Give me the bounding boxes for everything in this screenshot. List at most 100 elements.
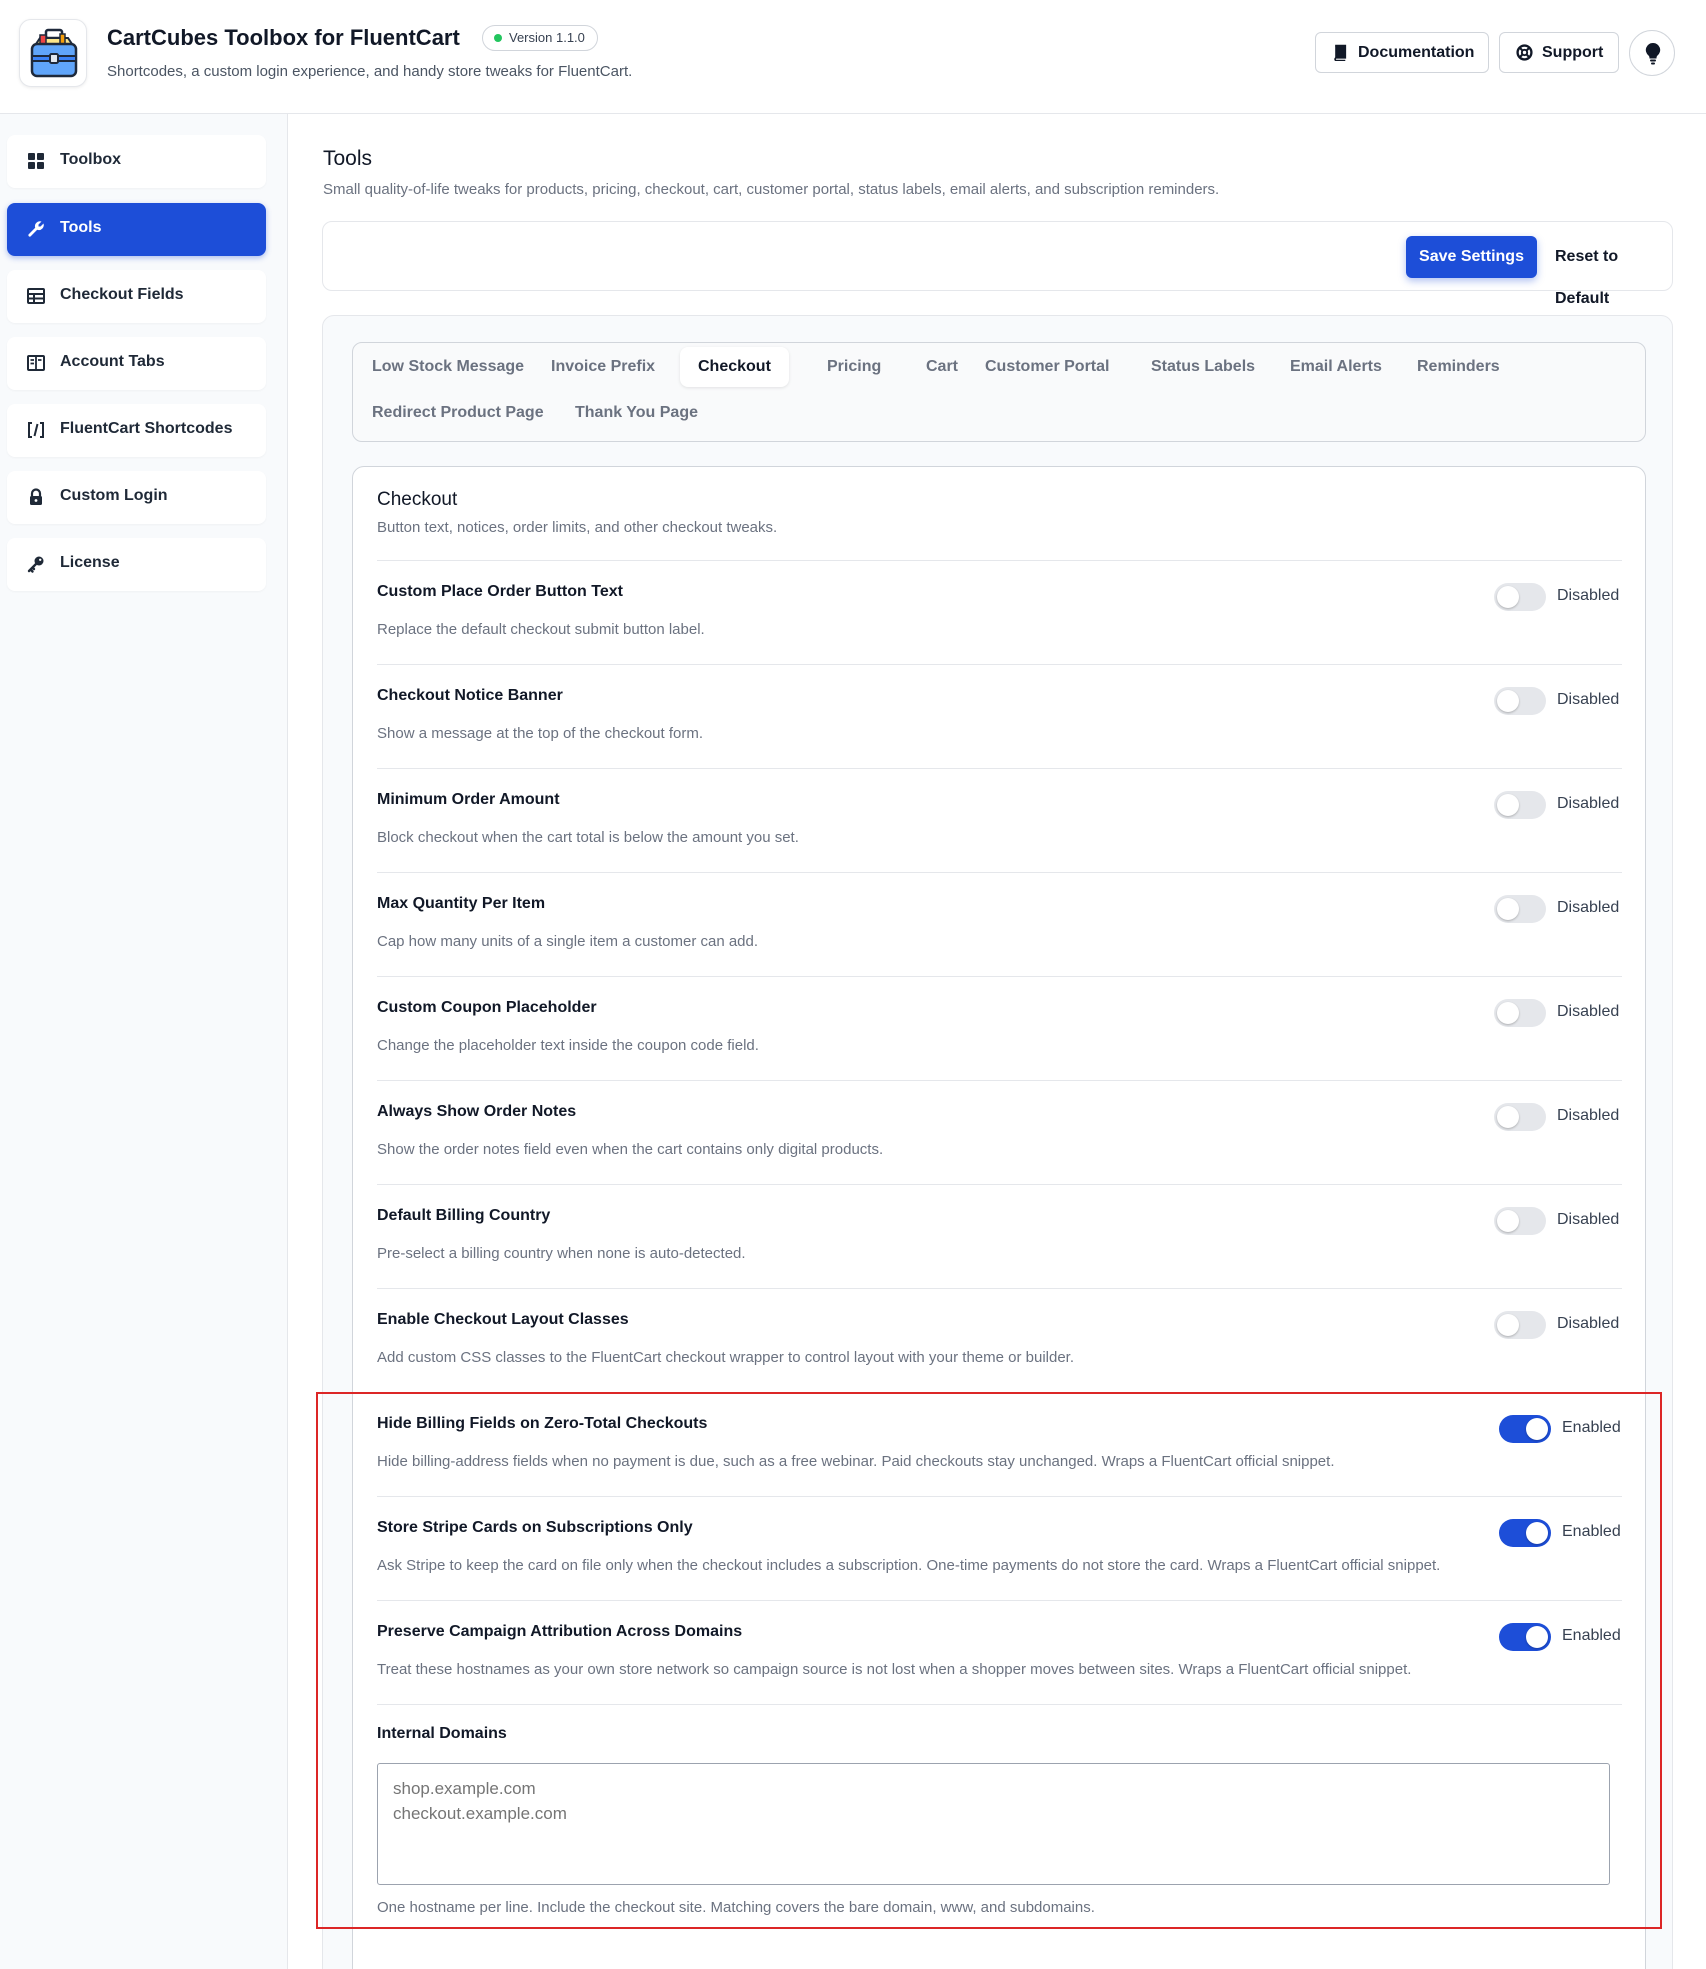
setting-row: Always Show Order Notes Show the order n…: [377, 1080, 1622, 1184]
setting-toggle[interactable]: [1494, 791, 1546, 819]
setting-row: Default Billing Country Pre-select a bil…: [377, 1184, 1622, 1288]
sidebar-item-fluentcart-shortcodes[interactable]: FluentCart Shortcodes: [7, 404, 266, 457]
checkout-settings-card: Checkout Button text, notices, order lim…: [352, 466, 1646, 1969]
setting-toggle[interactable]: [1494, 895, 1546, 923]
setting-title: Store Stripe Cards on Subscriptions Only: [377, 1519, 693, 1536]
setting-toggle[interactable]: [1494, 1103, 1546, 1131]
grid-icon: [28, 153, 44, 169]
setting-row: Max Quantity Per Item Cap how many units…: [377, 872, 1622, 976]
reset-to-default-button[interactable]: Reset to Default: [1555, 236, 1672, 307]
setting-state: Enabled: [1562, 1419, 1621, 1436]
sidebar-item-toolbox[interactable]: Toolbox: [7, 135, 266, 188]
setting-toggle[interactable]: [1494, 999, 1546, 1027]
status-dot-icon: [494, 34, 502, 42]
tab-status-labels[interactable]: Status Labels: [1133, 347, 1273, 387]
setting-toggle[interactable]: [1494, 687, 1546, 715]
tab-redirect-product-page[interactable]: Redirect Product Page: [354, 393, 562, 433]
setting-row: Custom Coupon Placeholder Change the pla…: [377, 976, 1622, 1080]
setting-toggle[interactable]: [1499, 1519, 1551, 1547]
setting-description: Ask Stripe to keep the card on file only…: [377, 1557, 1441, 1574]
internal-domains-field: Internal Domains One hostname per line. …: [377, 1704, 1622, 1944]
toggle-knob: [1497, 1314, 1519, 1336]
setting-state: Disabled: [1557, 1107, 1620, 1124]
tab-checkout[interactable]: Checkout: [680, 347, 789, 387]
setting-title: Custom Place Order Button Text: [377, 583, 623, 600]
section-title: Checkout: [377, 489, 458, 510]
tab-pricing[interactable]: Pricing: [809, 347, 899, 387]
tab-reminders[interactable]: Reminders: [1399, 347, 1518, 387]
setting-title: Minimum Order Amount: [377, 791, 560, 808]
setting-description: Hide billing-address fields when no paym…: [377, 1453, 1335, 1470]
setting-title: Preserve Campaign Attribution Across Dom…: [377, 1623, 743, 1640]
sidebar-item-label: Toolbox: [60, 151, 122, 168]
tab-email-alerts[interactable]: Email Alerts: [1272, 347, 1400, 387]
toggle-knob: [1526, 1418, 1548, 1440]
setting-state: Disabled: [1557, 1003, 1620, 1020]
setting-state: Disabled: [1557, 691, 1620, 708]
toggle-knob: [1526, 1626, 1548, 1648]
internal-domains-help: One hostname per line. Include the check…: [377, 1899, 1095, 1916]
tools-tab-bar: Low Stock Message Invoice Prefix Checkou…: [352, 342, 1646, 442]
documentation-label: Documentation: [1358, 44, 1475, 61]
sidebar-item-custom-login[interactable]: Custom Login: [7, 471, 266, 524]
toggle-knob: [1497, 794, 1519, 816]
tips-button[interactable]: [1629, 30, 1675, 76]
setting-toggle[interactable]: [1494, 1311, 1546, 1339]
setting-state: Disabled: [1557, 795, 1620, 812]
setting-row: Checkout Notice Banner Show a message at…: [377, 664, 1622, 768]
setting-state: Disabled: [1557, 587, 1620, 604]
setting-toggle[interactable]: [1494, 583, 1546, 611]
sidebar-item-account-tabs[interactable]: Account Tabs: [7, 337, 266, 390]
setting-title: Enable Checkout Layout Classes: [377, 1311, 629, 1328]
sidebar-item-label: FluentCart Shortcodes: [60, 420, 233, 437]
toggle-knob: [1497, 1210, 1519, 1232]
lock-icon: [30, 488, 42, 505]
setting-toggle[interactable]: [1499, 1623, 1551, 1651]
tab-cart[interactable]: Cart: [908, 347, 976, 387]
internal-domains-label: Internal Domains: [377, 1725, 507, 1742]
tab-customer-portal[interactable]: Customer Portal: [967, 347, 1127, 387]
setting-state: Enabled: [1562, 1523, 1621, 1540]
setting-row: Custom Place Order Button Text Replace t…: [377, 560, 1622, 664]
setting-toggle[interactable]: [1499, 1415, 1551, 1443]
support-button[interactable]: Support: [1499, 32, 1619, 73]
setting-title: Custom Coupon Placeholder: [377, 999, 597, 1016]
app-header: CartCubes Toolbox for FluentCart Version…: [0, 0, 1706, 114]
setting-row: Minimum Order Amount Block checkout when…: [377, 768, 1622, 872]
setting-title: Default Billing Country: [377, 1207, 551, 1224]
app-title: CartCubes Toolbox for FluentCart: [107, 25, 460, 50]
tab-invoice-prefix[interactable]: Invoice Prefix: [533, 347, 673, 387]
lifebuoy-icon: [1516, 44, 1533, 61]
toggle-knob: [1497, 898, 1519, 920]
tools-panel: Low Stock Message Invoice Prefix Checkou…: [322, 315, 1673, 1969]
documentation-button[interactable]: Documentation: [1315, 32, 1489, 73]
version-badge: Version 1.1.0: [482, 25, 598, 51]
sidebar-item-tools[interactable]: Tools: [7, 203, 266, 256]
setting-description: Block checkout when the cart total is be…: [377, 829, 799, 846]
setting-description: Show the order notes field even when the…: [377, 1141, 884, 1158]
setting-row: Enable Checkout Layout Classes Add custo…: [377, 1288, 1622, 1392]
sidebar-item-license[interactable]: License: [7, 538, 266, 591]
setting-row: Store Stripe Cards on Subscriptions Only…: [377, 1496, 1622, 1600]
columns-icon: [27, 355, 45, 371]
sidebar-item-label: License: [60, 554, 120, 571]
sidebar-item-checkout-fields[interactable]: Checkout Fields: [7, 270, 266, 323]
setting-description: Show a message at the top of the checkou…: [377, 725, 704, 742]
toggle-knob: [1497, 1106, 1519, 1128]
code-brackets-icon: [28, 422, 44, 438]
sidebar-item-label: Account Tabs: [60, 353, 165, 370]
setting-state: Disabled: [1557, 1211, 1620, 1228]
setting-description: Treat these hostnames as your own store …: [377, 1661, 1412, 1678]
setting-row: Preserve Campaign Attribution Across Dom…: [377, 1600, 1622, 1704]
tab-thank-you-page[interactable]: Thank You Page: [557, 393, 716, 433]
toggle-knob: [1497, 690, 1519, 712]
toolbox-logo-icon: [30, 28, 78, 78]
internal-domains-textarea[interactable]: [377, 1763, 1610, 1885]
setting-title: Always Show Order Notes: [377, 1103, 577, 1120]
save-settings-button[interactable]: Save Settings: [1406, 236, 1537, 278]
setting-description: Change the placeholder text inside the c…: [377, 1037, 759, 1054]
setting-toggle[interactable]: [1494, 1207, 1546, 1235]
tab-low-stock-message[interactable]: Low Stock Message: [354, 347, 542, 387]
sidebar-item-label: Custom Login: [60, 487, 168, 504]
setting-state: Disabled: [1557, 899, 1620, 916]
